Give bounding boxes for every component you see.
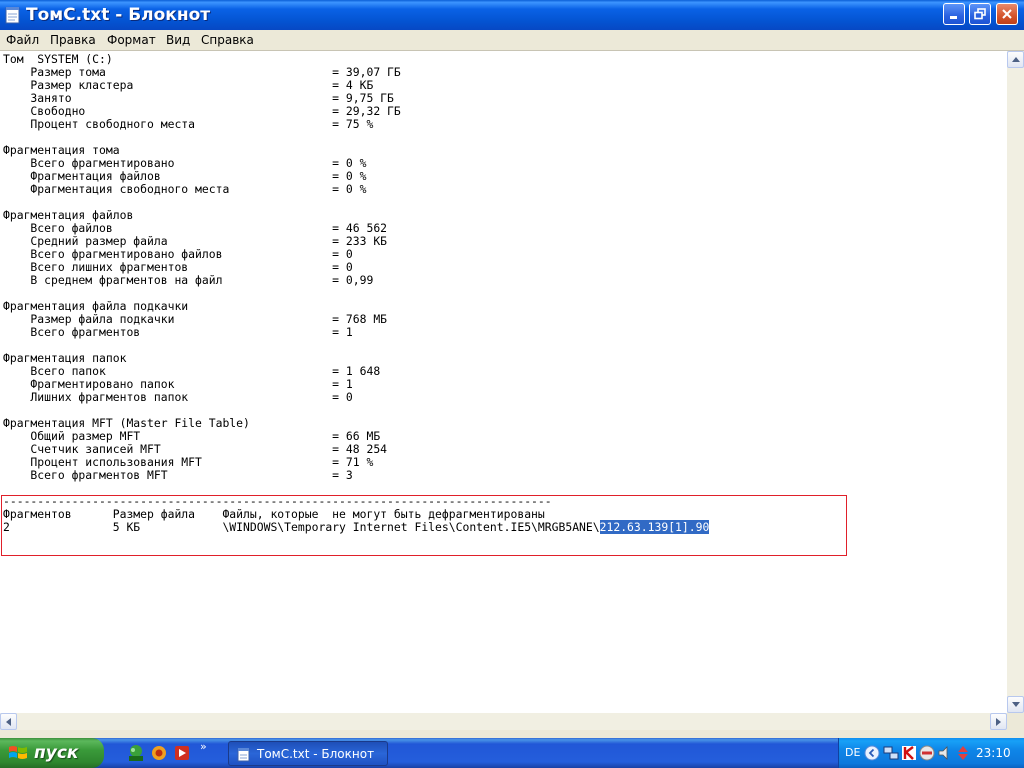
menu-bar: Файл Правка Формат Вид Справка bbox=[0, 30, 1024, 51]
text-line: Лишних фрагментов папок = 0 bbox=[3, 390, 353, 404]
text-line: Всего фрагментов = 1 bbox=[3, 325, 353, 339]
restore-icon bbox=[974, 8, 986, 20]
menu-format[interactable]: Формат bbox=[107, 32, 156, 48]
pro-app-icon[interactable] bbox=[127, 744, 145, 762]
minimize-icon bbox=[950, 16, 957, 19]
tray-expand-icon[interactable] bbox=[864, 745, 880, 761]
safely-remove-icon[interactable] bbox=[919, 745, 935, 761]
text-line: Фрагментация свободного места = 0 % bbox=[3, 182, 367, 196]
window-title: ТомC.txt - Блокнот bbox=[26, 5, 211, 25]
horizontal-scrollbar[interactable] bbox=[0, 713, 1007, 730]
taskbar-notepad-label: ТомC.txt - Блокнот bbox=[257, 747, 375, 761]
close-button[interactable] bbox=[996, 3, 1018, 25]
selected-text: 212.63.139[1].90 bbox=[599, 520, 710, 534]
kaspersky-icon[interactable] bbox=[901, 745, 917, 761]
browser-icon[interactable] bbox=[150, 744, 168, 762]
text-editor-area[interactable]: Том SYSTEM (C:) Размер тома = 39,07 ГБ Р… bbox=[0, 51, 1007, 713]
scroll-down-button[interactable] bbox=[1007, 696, 1024, 713]
notepad-icon bbox=[5, 7, 20, 24]
menu-view[interactable]: Вид bbox=[166, 32, 190, 48]
vertical-scrollbar[interactable] bbox=[1007, 51, 1024, 713]
network-icon[interactable] bbox=[883, 745, 899, 761]
text-line: В среднем фрагментов на файл = 0,99 bbox=[3, 273, 374, 287]
last-line-text: 2 5 КБ \WINDOWS\Temporary Internet Files… bbox=[3, 520, 600, 534]
title-bar[interactable]: ТомC.txt - Блокнот bbox=[0, 0, 1024, 30]
system-tray: DE 23:10 bbox=[838, 738, 1024, 768]
tray-arrows-icon[interactable] bbox=[955, 745, 971, 761]
arrow-down-icon bbox=[1011, 701, 1020, 707]
menu-file[interactable]: Файл bbox=[6, 32, 39, 48]
taskbar-notepad-button[interactable]: ТомC.txt - Блокнот bbox=[228, 741, 388, 766]
language-indicator[interactable]: DE bbox=[845, 746, 860, 760]
window-bottom-frame bbox=[0, 730, 1024, 738]
arrow-up-icon bbox=[1011, 56, 1020, 62]
minimize-button[interactable] bbox=[943, 3, 965, 25]
menu-help[interactable]: Справка bbox=[201, 32, 254, 48]
scroll-left-button[interactable] bbox=[0, 713, 17, 730]
scrollbar-corner bbox=[1007, 713, 1024, 730]
scroll-up-button[interactable] bbox=[1007, 51, 1024, 68]
windows-logo-icon bbox=[9, 746, 27, 759]
close-icon bbox=[1002, 9, 1012, 19]
text-line: Процент свободного места = 75 % bbox=[3, 117, 374, 131]
volume-icon[interactable] bbox=[937, 745, 953, 761]
clock: 23:10 bbox=[976, 746, 1011, 760]
text-line: Всего фрагментов MFT = 3 bbox=[3, 468, 353, 482]
scroll-right-button[interactable] bbox=[990, 713, 1007, 730]
media-icon[interactable] bbox=[173, 744, 191, 762]
quick-launch-expand-icon[interactable]: » bbox=[200, 741, 207, 753]
menu-edit[interactable]: Правка bbox=[50, 32, 96, 48]
text-line: 2 5 КБ \WINDOWS\Temporary Internet Files… bbox=[3, 520, 710, 534]
taskbar: пуск » ТомC.txt - Блокнот DE 23:10 bbox=[0, 738, 1024, 768]
start-button[interactable]: пуск bbox=[0, 738, 104, 768]
notepad-window: ТомC.txt - Блокнот Файл Правка Формат Ви… bbox=[0, 0, 1024, 738]
notepad-icon bbox=[237, 748, 250, 762]
arrow-right-icon bbox=[995, 717, 1001, 726]
restore-button[interactable] bbox=[969, 3, 991, 25]
arrow-left-icon bbox=[5, 717, 11, 726]
start-label: пуск bbox=[34, 743, 79, 763]
